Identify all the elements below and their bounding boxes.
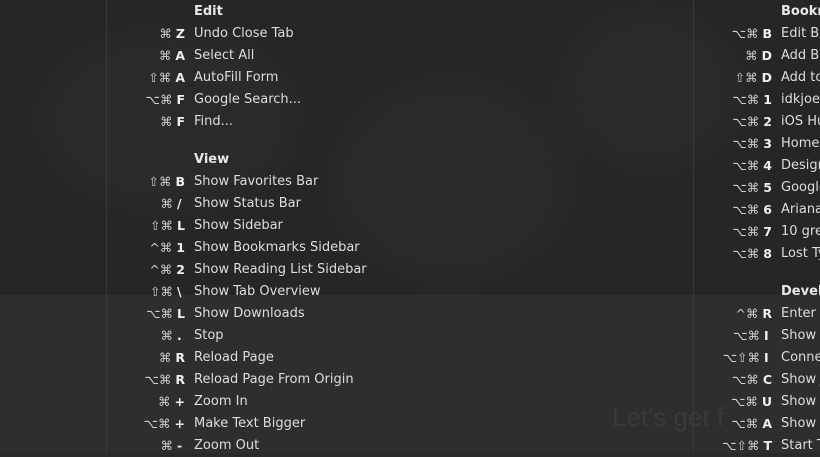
shortcut-key: R <box>762 306 772 321</box>
section-heading: Bookn <box>781 4 820 19</box>
shortcut-keys: ⌥⌘ C <box>732 369 772 391</box>
shortcut-keys: ⌥⌘ 6 <box>732 199 772 221</box>
shortcut-keys: ⌥⇧⌘ T <box>722 435 772 457</box>
shortcut-keys: ⌥⌘ B <box>732 23 772 45</box>
shortcut-key: D <box>761 48 772 63</box>
modifier-keys: ⌘ <box>745 48 758 63</box>
modifier-keys: ⌥⌘ <box>731 26 759 41</box>
shortcut-key: 8 <box>763 246 772 261</box>
shortcut-label: Show J <box>781 372 820 387</box>
shortcut-key: 1 <box>763 92 772 107</box>
shortcut-key: 5 <box>763 180 772 195</box>
shortcut-key: B <box>762 26 772 41</box>
shortcut-keys: ⌥⌘ 5 <box>732 177 772 199</box>
shortcut-keys: ⌥⌘ 4 <box>732 155 772 177</box>
shortcut-label: Lost Ty <box>781 246 820 261</box>
shortcut-key: 7 <box>763 224 772 239</box>
shortcut-row: ⌥⌘2 iOS Hu <box>0 111 820 133</box>
shortcut-keys: ⌥⌘ 1 <box>732 89 772 111</box>
shortcut-row: ⌥⌘8 Lost Ty <box>0 243 820 265</box>
shortcut-keys: ^⌘ R <box>735 303 772 325</box>
shortcut-keys: ⌥⌘ 3 <box>732 133 772 155</box>
shortcut-row: ⌥⇧⌘ I Conne <box>0 347 820 369</box>
shortcut-keys: ⇧⌘ D <box>735 67 772 89</box>
shortcut-keys: ⌥⌘ 8 <box>732 243 772 265</box>
shortcut-key: \ <box>177 284 182 299</box>
shortcut-key: 4 <box>763 158 772 173</box>
shortcut-label: Enter R <box>781 306 820 321</box>
shortcut-row: ⌥⌘3 Homep <box>0 133 820 155</box>
modifier-keys: ⌥⌘ <box>732 246 760 261</box>
shortcut-label: Edit Bo <box>781 26 820 41</box>
shortcut-label: Show W <box>781 328 820 343</box>
shortcut-label: 10 gre <box>781 224 820 239</box>
shortcut-key: A <box>762 416 772 431</box>
shortcut-row: ⇧⌘ D Add to <box>0 67 820 89</box>
modifier-keys: ⇧⌘ <box>734 70 758 85</box>
shortcut-row: ⌘D Add Bo <box>0 45 820 67</box>
shortcut-label: Show Tab Overview <box>194 284 321 299</box>
shortcut-row: ⌥⌘ I Show W <box>0 325 820 347</box>
shortcut-keys: ⌥⌘ 2 <box>732 111 772 133</box>
shortcut-keys: ⇧⌘ \ <box>150 281 185 303</box>
shortcut-label: iOS Hu <box>781 114 820 129</box>
section-heading: Edit <box>194 4 223 19</box>
modifier-keys: ^⌘ <box>735 306 759 321</box>
shortcut-label: Design <box>781 158 820 173</box>
shortcut-keys: ⌥⌘ A <box>731 413 772 435</box>
shortcut-key: 3 <box>763 136 772 151</box>
shortcut-row: ⌥⌘A Show E <box>0 413 820 435</box>
shortcut-key: I <box>764 328 769 343</box>
shortcut-key: U <box>761 394 772 409</box>
section-heading: Develo <box>781 284 820 299</box>
shortcut-row: ⇧⌘ \ Show Tab Overview <box>0 281 820 303</box>
shortcut-row: ⌥⌘ 7 10 gre <box>0 221 820 243</box>
shortcut-row: ⌥⌘U Show P <box>0 391 820 413</box>
modifier-keys: ⌥⌘ <box>732 92 760 107</box>
shortcut-row: ⌥⌘4 Design <box>0 155 820 177</box>
shortcut-row: ⌥⌘ 6 Ariana <box>0 199 820 221</box>
modifier-keys: ⌥⌘ <box>732 114 760 129</box>
shortcut-keys: ⌥⇧⌘ I <box>723 347 772 369</box>
shortcut-label: Google <box>781 180 820 195</box>
shortcut-keys: ⌥⌘ 7 <box>732 221 772 243</box>
shortcut-row: ⌥⌘ C Show J <box>0 369 820 391</box>
shortcut-label: Ariana <box>781 202 820 217</box>
shortcut-label: Start T <box>781 438 820 453</box>
shortcut-key: D <box>761 70 772 85</box>
shortcut-label: Show E <box>781 416 820 431</box>
shortcut-label: Add Bo <box>781 48 820 63</box>
modifier-keys: ⌥⇧⌘ <box>722 350 760 365</box>
shortcut-keys: ⌘ D <box>745 45 772 67</box>
shortcut-key: T <box>763 438 772 453</box>
shortcut-label: idkjoel <box>781 92 820 107</box>
modifier-keys: ⌥⌘ <box>732 180 760 195</box>
modifier-keys: ⌥⌘ <box>731 372 759 387</box>
shortcut-key: C <box>762 372 772 387</box>
modifier-keys: ⌥⌘ <box>733 328 760 343</box>
shortcut-key: I <box>764 350 769 365</box>
modifier-keys: ⇧⌘ <box>150 284 173 299</box>
modifier-keys: ⌥⌘ <box>732 202 760 217</box>
shortcut-keys: ⌥⌘ I <box>733 325 772 347</box>
modifier-keys: ⌥⌘ <box>730 394 758 409</box>
shortcut-row: ⌥⇧⌘T Start T <box>0 435 820 457</box>
shortcut-row: ⌥⌘B Edit Bo <box>0 23 820 45</box>
shortcut-label: Add to <box>781 70 820 85</box>
shortcut-keys: ⌥⌘ U <box>731 391 772 413</box>
shortcut-row: ⌥⌘ 1 idkjoel <box>0 89 820 111</box>
shortcut-key: 2 <box>763 114 772 129</box>
shortcut-row: ^⌘R Enter R <box>0 303 820 325</box>
modifier-keys: ⌥⌘ <box>732 158 760 173</box>
modifier-keys: ⌥⌘ <box>731 416 759 431</box>
shortcut-label: Homep <box>781 136 820 151</box>
shortcut-row: ⌥⌘5 Google <box>0 177 820 199</box>
shortcut-label: Conne <box>781 350 820 365</box>
shortcut-key: 6 <box>763 202 772 217</box>
modifier-keys: ⌥⌘ <box>732 224 760 239</box>
modifier-keys: ⌥⌘ <box>732 136 760 151</box>
shortcut-label: Show P <box>781 394 820 409</box>
modifier-keys: ⌥⇧⌘ <box>722 438 760 453</box>
